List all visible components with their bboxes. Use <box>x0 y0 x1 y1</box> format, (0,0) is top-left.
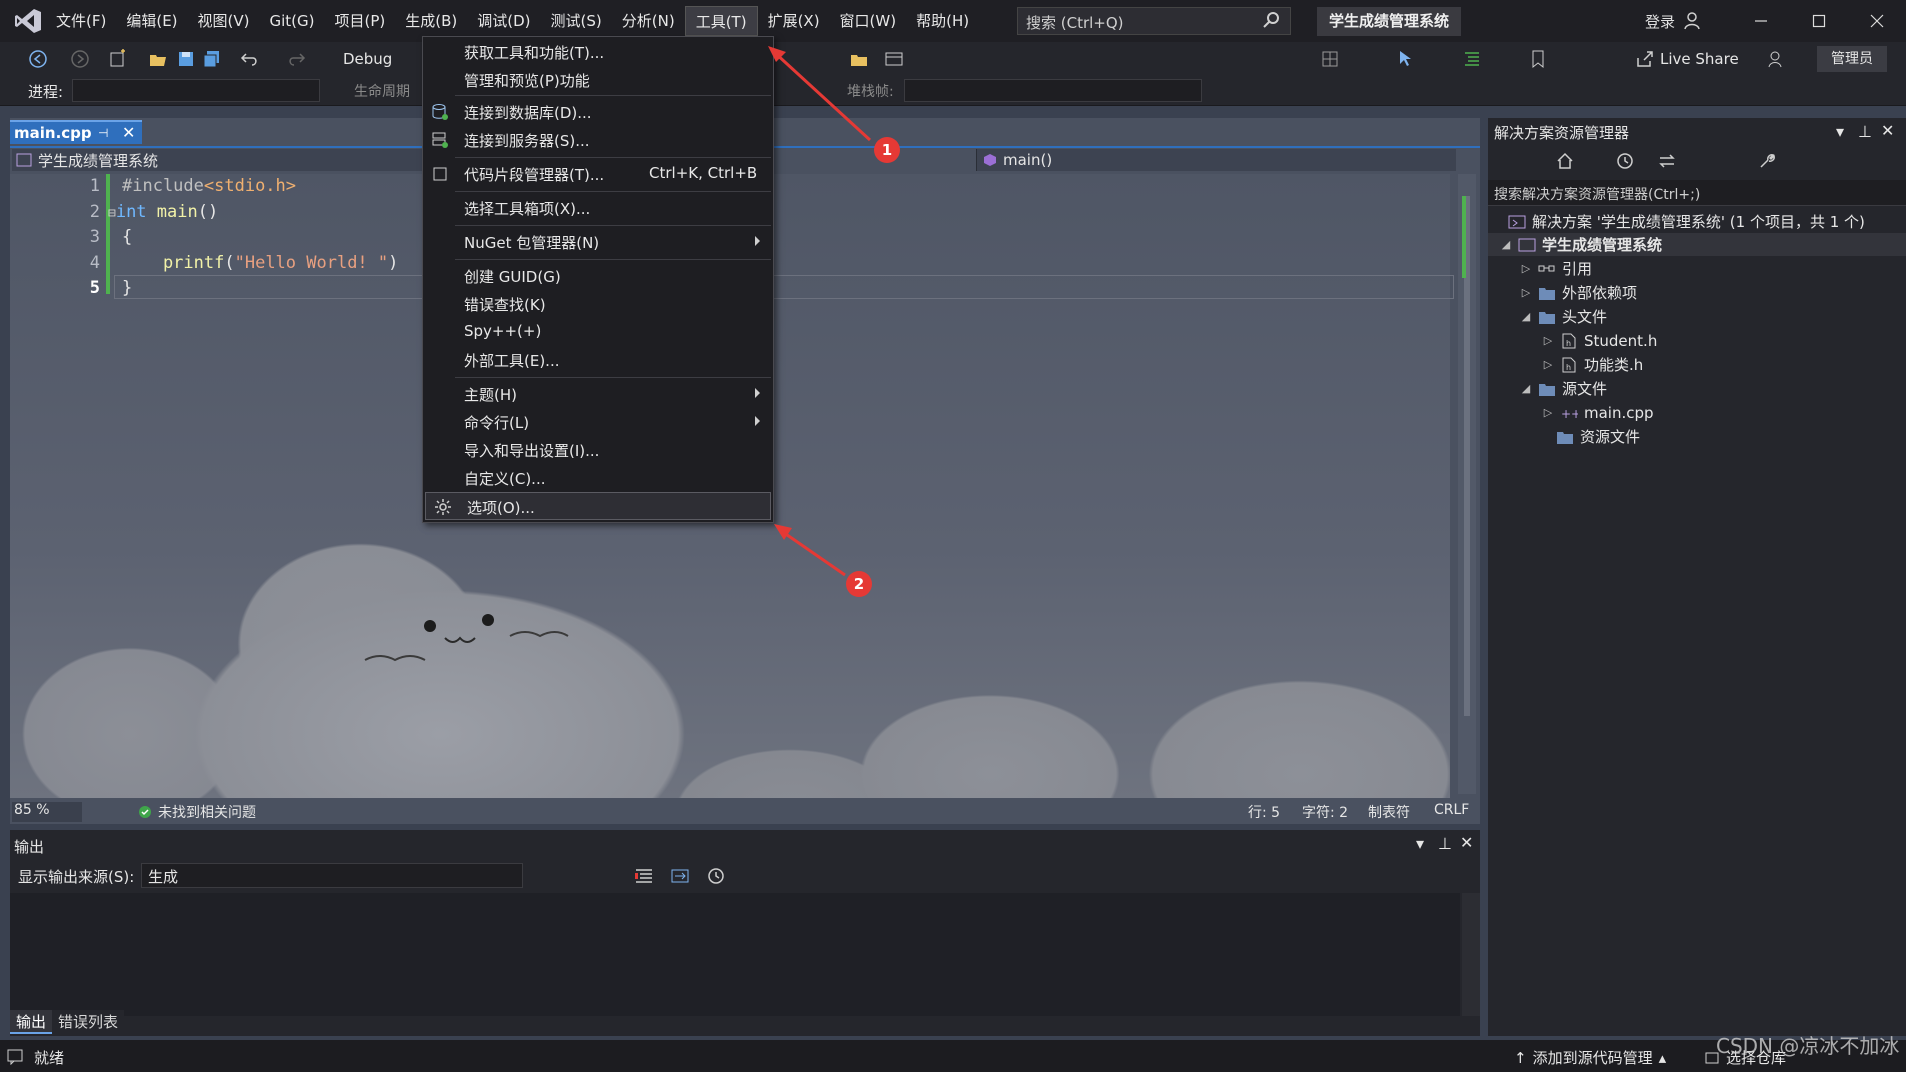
annotation-arrow-2 <box>779 528 846 577</box>
annotation-marker-2: 2 <box>846 571 872 597</box>
annotation-marker-1: 1 <box>874 137 900 163</box>
annotation-arrow-1 <box>772 50 872 142</box>
watermark-text: CSDN @凉冰不加冰 <box>1716 1034 1900 1058</box>
annotation-arrows <box>768 46 872 577</box>
